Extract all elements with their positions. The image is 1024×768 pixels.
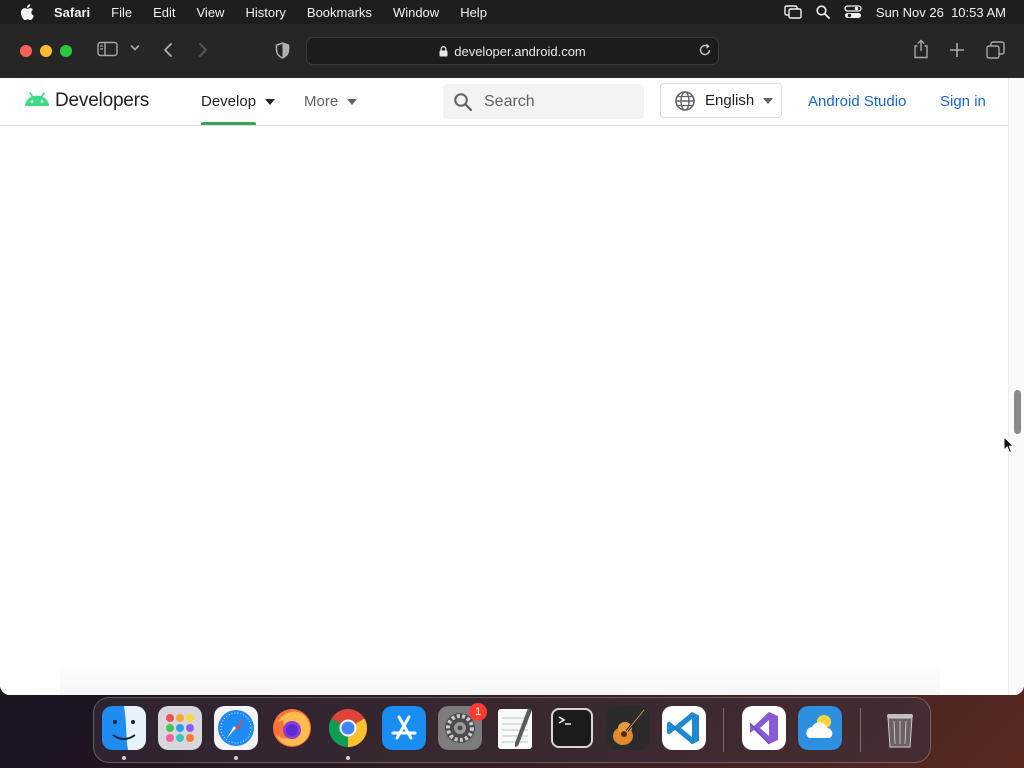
menu-window[interactable]: Window bbox=[393, 5, 439, 20]
safari-icon[interactable] bbox=[214, 706, 258, 750]
spotlight-search-icon[interactable] bbox=[816, 5, 830, 19]
tab-overview-icon[interactable] bbox=[986, 41, 1005, 59]
zoom-window-button[interactable] bbox=[60, 45, 72, 57]
nav-develop-label: Develop bbox=[201, 93, 257, 110]
caret-down-icon bbox=[763, 97, 774, 104]
trash-icon[interactable] bbox=[878, 706, 922, 750]
scrollbar[interactable] bbox=[1008, 78, 1024, 695]
launchpad-icon[interactable] bbox=[158, 706, 202, 750]
reload-icon[interactable] bbox=[698, 43, 712, 60]
weather-icon[interactable] bbox=[798, 706, 842, 750]
control-center-icon[interactable] bbox=[844, 5, 862, 19]
safari-window: developer.android.com Developers Develop bbox=[0, 24, 1024, 695]
vscode-icon[interactable] bbox=[662, 706, 706, 750]
developers-logo[interactable]: Developers bbox=[24, 90, 149, 112]
language-selector[interactable]: English bbox=[660, 83, 782, 118]
back-button-icon[interactable] bbox=[163, 42, 173, 58]
sidebar-toggle-icon[interactable] bbox=[97, 41, 118, 57]
language-label: English bbox=[705, 92, 755, 109]
visual-studio-icon[interactable] bbox=[742, 706, 786, 750]
menu-edit[interactable]: Edit bbox=[153, 5, 175, 20]
menu-app-name[interactable]: Safari bbox=[54, 5, 90, 20]
menu-history[interactable]: History bbox=[245, 5, 285, 20]
apple-menu-icon[interactable] bbox=[20, 4, 36, 20]
lock-icon bbox=[439, 45, 448, 57]
terminal-icon[interactable] bbox=[550, 706, 594, 750]
dock-separator bbox=[860, 708, 861, 752]
running-indicator bbox=[122, 756, 126, 760]
logo-text: Developers bbox=[55, 90, 150, 111]
app-store-icon[interactable] bbox=[382, 706, 426, 750]
chrome-icon[interactable] bbox=[326, 706, 370, 750]
site-header: Developers Develop More English Android … bbox=[0, 78, 1008, 126]
caret-down-icon bbox=[265, 98, 276, 105]
address-bar[interactable]: developer.android.com bbox=[306, 37, 719, 65]
finder-icon[interactable] bbox=[102, 706, 146, 750]
privacy-shield-icon[interactable] bbox=[275, 42, 290, 59]
menu-view[interactable]: View bbox=[197, 5, 225, 20]
search-input[interactable] bbox=[482, 91, 626, 112]
search-icon bbox=[453, 92, 473, 112]
page-content bbox=[0, 126, 1008, 695]
close-window-button[interactable] bbox=[20, 45, 32, 57]
mouse-cursor-icon bbox=[1003, 435, 1015, 459]
tab-group-chevron-icon[interactable] bbox=[130, 44, 140, 52]
firefox-icon[interactable] bbox=[270, 706, 314, 750]
nav-more-label: More bbox=[304, 93, 339, 110]
nav-develop[interactable]: Develop bbox=[201, 93, 276, 110]
minimize-window-button[interactable] bbox=[40, 45, 52, 57]
caret-down-icon bbox=[347, 98, 358, 105]
garageband-icon[interactable] bbox=[606, 706, 650, 750]
dock-separator bbox=[723, 708, 724, 752]
site-search[interactable] bbox=[443, 84, 644, 119]
active-tab-indicator bbox=[201, 122, 256, 125]
scrollbar-thumb[interactable] bbox=[1014, 390, 1021, 434]
menu-file[interactable]: File bbox=[111, 5, 132, 20]
browser-toolbar: developer.android.com bbox=[0, 24, 1024, 79]
nav-more[interactable]: More bbox=[304, 93, 358, 110]
dock: 1 bbox=[93, 697, 931, 763]
notification-badge: 1 bbox=[469, 703, 487, 721]
menu-bookmarks[interactable]: Bookmarks bbox=[307, 5, 372, 20]
textedit-icon[interactable] bbox=[494, 706, 538, 750]
menu-bar: Safari File Edit View History Bookmarks … bbox=[0, 0, 1024, 24]
menu-help[interactable]: Help bbox=[460, 5, 487, 20]
screen-mirroring-icon[interactable] bbox=[784, 5, 802, 19]
android-studio-link[interactable]: Android Studio bbox=[808, 93, 906, 110]
running-indicator bbox=[346, 756, 350, 760]
sign-in-link[interactable]: Sign in bbox=[940, 93, 986, 110]
url-text: developer.android.com bbox=[454, 43, 586, 59]
share-icon[interactable] bbox=[912, 39, 930, 59]
menu-clock[interactable]: Sun Nov 26 10:53 AM bbox=[876, 5, 1006, 20]
android-head-icon bbox=[24, 91, 50, 111]
forward-button-icon[interactable] bbox=[198, 42, 208, 58]
running-indicator bbox=[234, 756, 238, 760]
globe-icon bbox=[674, 90, 696, 112]
content-fade bbox=[60, 661, 940, 695]
new-tab-icon[interactable] bbox=[949, 42, 965, 58]
